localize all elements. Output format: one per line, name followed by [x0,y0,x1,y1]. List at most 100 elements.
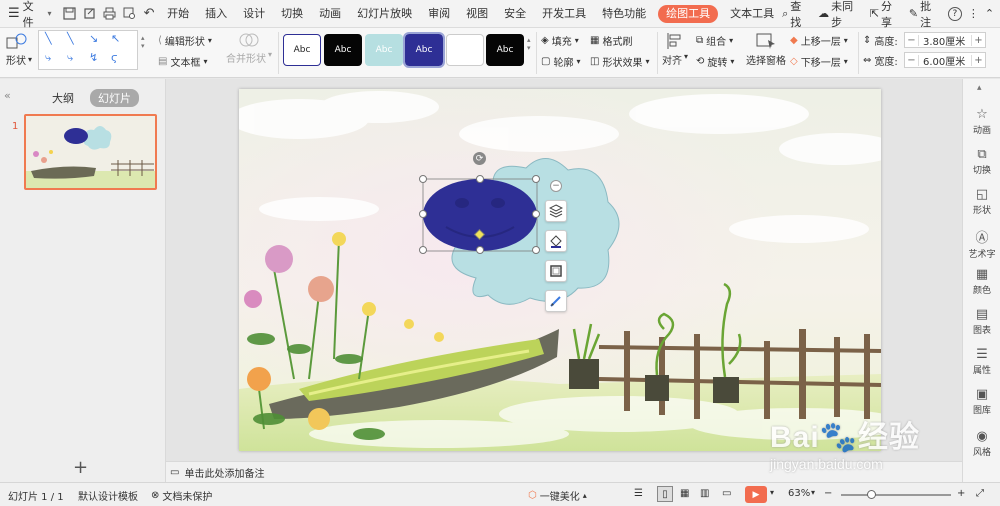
smiley-oval-shape[interactable] [418,175,543,255]
tab-animation[interactable]: 动画 [311,0,349,28]
zoom-level[interactable]: 63% [788,488,810,499]
collapse-ribbon-icon[interactable]: ⌃ [985,7,994,20]
selection-pane-button[interactable]: 选择窗格 [746,32,786,67]
sync-button[interactable]: ☁ 未同步 [818,0,864,30]
share-button[interactable]: ⇱ 分享 [870,0,903,30]
zoom-slider[interactable] [841,490,951,499]
slide-thumbnail[interactable] [24,114,157,190]
tab-features[interactable]: 特色功能 [594,0,654,28]
tab-home[interactable]: 开始 [159,0,197,28]
normal-view-icon[interactable]: ▯ [657,486,673,502]
resize-handle-w[interactable] [419,210,427,218]
view-menu-icon[interactable]: ☰ [634,488,643,499]
file-menu[interactable]: ☰ 文件 ▾ [0,0,59,29]
tab-slides[interactable]: 幻灯片 [90,89,139,107]
notes-view-icon[interactable]: ▭ [722,488,731,499]
preview-icon[interactable] [119,4,139,24]
print-icon[interactable] [99,4,119,24]
beautify-button[interactable]: ⬡ 一键美化 ▴ [528,488,587,503]
search-button[interactable]: ⌕ 查找 [782,0,812,30]
style-preset-black[interactable]: Abc [324,34,362,66]
slide-sorter-icon[interactable]: ▦ [680,488,689,499]
align-button[interactable]: 对齐 ▾ [662,32,688,67]
resize-handle-n[interactable] [476,175,484,183]
rotate-button[interactable]: ⟲ 旋转 ▾ [696,54,734,69]
pane-animation-button[interactable]: ☆ 动画 [963,107,1000,136]
pane-transition-button[interactable]: ⧉ 切换 [963,147,1000,176]
undo-icon[interactable]: ↶ [139,4,159,24]
zoom-slider-thumb[interactable] [867,490,876,499]
style-gallery-scroll[interactable]: ▴ ▾ [527,36,531,52]
pane-shape-button[interactable]: ◱ 形状 [963,187,1000,216]
rotate-handle-icon[interactable]: ⟳ [473,152,486,165]
textbox-button[interactable]: ▤ 文本框 ▾ [158,54,207,69]
shape-effect-button[interactable]: ◫ 形状效果 ▾ [590,54,649,69]
zoom-dropdown-icon[interactable]: ▾ [811,488,815,497]
pane-properties-button[interactable]: ☰ 属性 [963,347,1000,376]
help-icon[interactable]: ? [947,6,962,21]
tab-review[interactable]: 审阅 [420,0,458,28]
resize-handle-ne[interactable] [532,175,540,183]
fill-quick-button[interactable] [545,230,567,252]
resize-handle-nw[interactable] [419,175,427,183]
pane-style-button[interactable]: ◉ 风格 [963,429,1000,458]
export-icon[interactable] [79,4,99,24]
tab-insert[interactable]: 插入 [197,0,235,28]
slideshow-dropdown-icon[interactable]: ▾ [770,488,774,497]
width-decrement-button[interactable]: − [905,54,919,66]
outline-button[interactable]: ▢ 轮廓 ▾ [541,54,580,69]
tab-developer[interactable]: 开发工具 [534,0,594,28]
tab-security[interactable]: 安全 [496,0,534,28]
tab-design[interactable]: 设计 [235,0,273,28]
width-input[interactable]: − 6.00厘米 + [904,52,986,68]
zoom-in-button[interactable]: + [957,488,965,499]
add-slide-button[interactable]: + [73,457,88,478]
outline-quick-button[interactable] [545,260,567,282]
more-icon[interactable]: ⋮ [968,7,979,20]
resize-handle-se[interactable] [532,246,540,254]
save-icon[interactable] [59,4,79,24]
send-backward-button[interactable]: ◇ 下移一层 ▾ [790,54,848,69]
group-button[interactable]: ⧉ 组合 ▾ [696,33,733,48]
collapse-toolbar-icon[interactable]: − [550,180,562,192]
shape-tool[interactable]: 形状 ▾ [6,32,32,67]
pane-chart-button[interactable]: ▤ 图表 [963,307,1000,336]
tab-transition[interactable]: 切换 [273,0,311,28]
height-input[interactable]: − 3.80厘米 + [904,32,986,48]
tab-slideshow[interactable]: 幻灯片放映 [349,0,420,28]
style-preset-dark[interactable]: Abc [486,34,524,66]
pane-scroll-icon[interactable]: ▴ [977,83,982,93]
gallery-scroll[interactable]: ▴ ▾ [141,34,145,50]
resize-handle-s[interactable] [476,246,484,254]
doc-protect-status[interactable]: ⊗ 文档未保护 [151,488,212,503]
reading-view-icon[interactable]: ▥ [700,488,709,499]
height-decrement-button[interactable]: − [905,34,919,46]
fill-button[interactable]: ◈ 填充 ▾ [541,33,579,48]
edit-shape-button[interactable]: ⟨ 编辑形状 ▾ [158,33,212,48]
layers-quick-button[interactable] [545,200,567,222]
play-slideshow-button[interactable]: ▶ [745,486,767,503]
tab-text-tools[interactable]: 文本工具 [722,0,782,28]
style-preset-teal[interactable]: Abc [365,34,403,66]
style-preset-outline[interactable]: Abc [283,34,321,66]
line-quick-button[interactable] [545,290,567,312]
pane-gallery-button[interactable]: ▣ 图库 [963,387,1000,416]
tab-drawing-tools[interactable]: 绘图工具 [658,4,719,23]
pane-wordart-button[interactable]: Ⓐ 艺术字 [963,227,1000,260]
format-brush-button[interactable]: ▦ 格式刷 [590,33,632,48]
style-preset-white[interactable] [446,34,484,66]
zoom-out-button[interactable]: − [824,488,832,499]
collapse-panel-icon[interactable]: « [4,89,11,102]
resize-handle-sw[interactable] [419,246,427,254]
pane-color-button[interactable]: ▦ 颜色 [963,267,1000,296]
line-shape-gallery[interactable]: ╲ ╲ ↘ ↖ ⤷ ⤷ ↯ ϛ [38,30,138,70]
merge-shape-button[interactable]: 合并形状 ▾ [226,32,272,65]
width-increment-button[interactable]: + [971,54,985,66]
template-name[interactable]: 默认设计模板 [78,488,138,503]
tab-outline[interactable]: 大纲 [44,89,82,107]
tab-view[interactable]: 视图 [458,0,496,28]
bring-forward-button[interactable]: ◆ 上移一层 ▾ [790,33,848,48]
style-preset-navy[interactable]: Abc [403,32,445,68]
comment-button[interactable]: ✎ 批注 [909,0,942,30]
resize-handle-e[interactable] [532,210,540,218]
